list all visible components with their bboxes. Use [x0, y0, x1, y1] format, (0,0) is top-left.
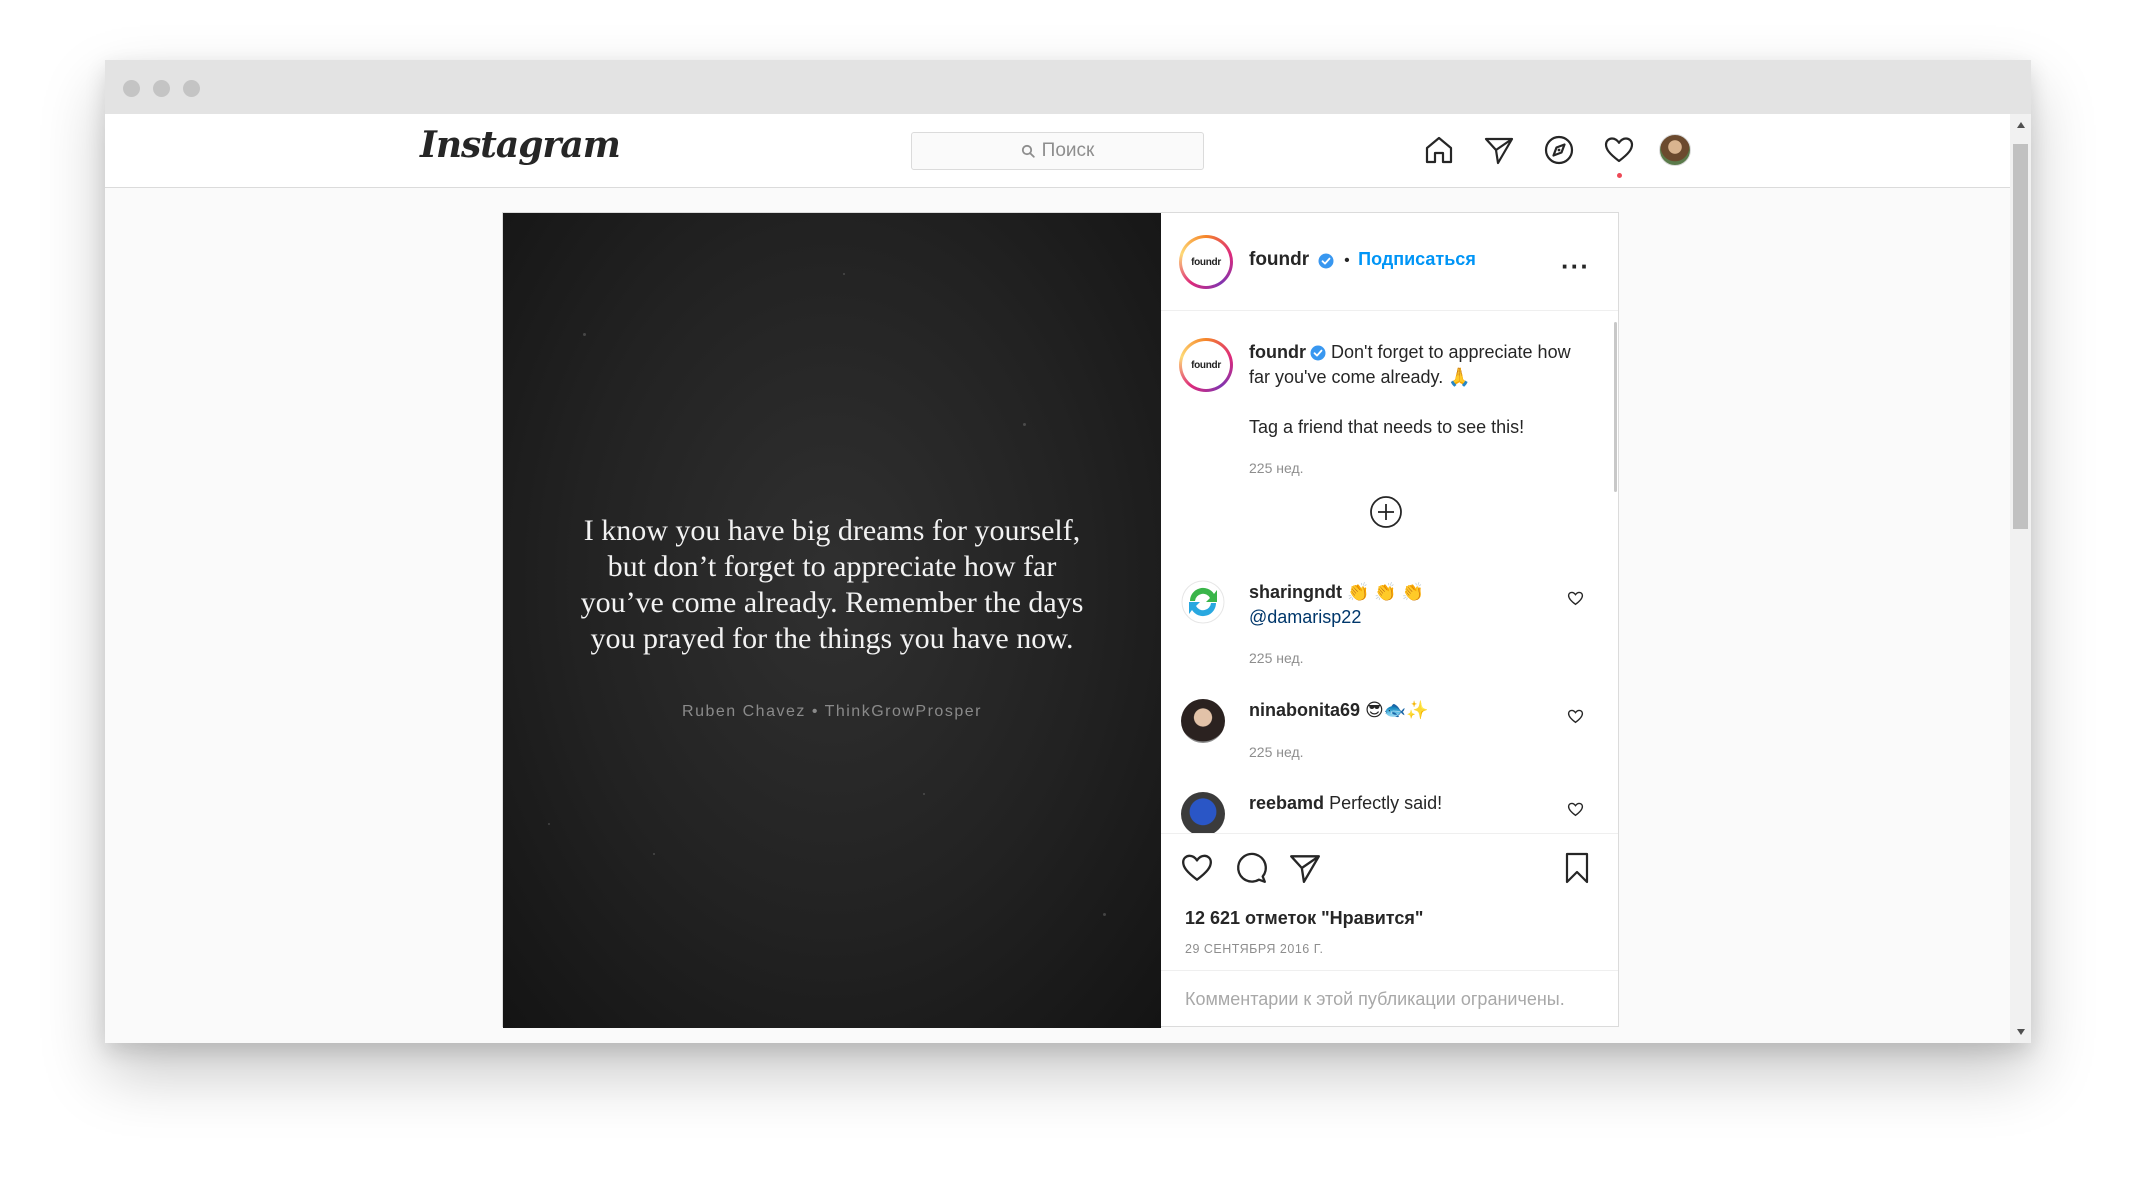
search-placeholder: Поиск	[1041, 140, 1095, 161]
caption-username[interactable]: foundr	[1249, 342, 1306, 362]
comment-mention-link[interactable]: @damarisp22	[1249, 607, 1361, 627]
save-bookmark-icon[interactable]	[1557, 848, 1597, 888]
share-send-icon[interactable]	[1285, 848, 1325, 888]
minimize-window-button[interactable]	[153, 80, 170, 97]
post-actions: 12 621 отметок "Нравится" 29 СЕНТЯБРЯ 20…	[1161, 833, 1618, 1026]
like-comment-heart-icon[interactable]	[1567, 801, 1584, 823]
page-viewport: Instagram Поиск I know you have big drea…	[105, 114, 2010, 1043]
comments-list[interactable]: foundr foundr Don't forget to appreciate…	[1161, 312, 1618, 833]
comment-username[interactable]: sharingndt	[1249, 582, 1342, 602]
comment-sharingndt: sharingndt 👏 👏 👏 @damarisp22	[1249, 580, 1424, 630]
maximize-window-button[interactable]	[183, 80, 200, 97]
post-image[interactable]: I know you have big dreams for yourself,…	[503, 213, 1161, 1028]
author-username[interactable]: foundr	[1249, 249, 1309, 270]
comment-username[interactable]: reebamd	[1249, 793, 1324, 813]
page-scrollbar-thumb[interactable]	[2013, 144, 2028, 529]
caption-avatar-logo: foundr	[1182, 341, 1230, 389]
comments-scrollbar[interactable]	[1614, 322, 1617, 492]
explore-compass-icon[interactable]	[1541, 132, 1577, 168]
comment-username[interactable]: ninabonita69	[1249, 700, 1360, 720]
activity-heart-icon[interactable]	[1601, 132, 1637, 168]
load-more-comments-button[interactable]	[1369, 495, 1403, 534]
author-avatar[interactable]: foundr	[1179, 235, 1233, 289]
comments-limited-notice: Комментарии к этой публикации ограничены…	[1161, 970, 1618, 1027]
plus-circle-icon	[1370, 496, 1402, 528]
comment-time: 225 нед.	[1249, 650, 1304, 666]
commenter-avatar-ninabonita69[interactable]	[1181, 699, 1225, 743]
top-nav: Instagram Поиск	[105, 114, 2010, 188]
post-date: 29 СЕНТЯБРЯ 2016 Г.	[1185, 942, 1324, 956]
likes-count[interactable]: 12 621 отметок "Нравится"	[1185, 908, 1423, 929]
home-icon[interactable]	[1421, 132, 1457, 168]
image-quote-credit: Ruben Chavez • ThinkGrowProsper	[682, 703, 982, 720]
notification-dot	[1617, 173, 1622, 178]
comment-bubble-icon[interactable]	[1231, 848, 1271, 888]
comment-reebamd: reebamd Perfectly said!	[1249, 791, 1442, 816]
caption-text-2: Tag a friend that needs to see this!	[1249, 417, 1525, 437]
header-separator: •	[1344, 252, 1350, 269]
direct-messages-icon[interactable]	[1481, 132, 1517, 168]
post-header-meta: foundr • Подписаться	[1249, 249, 1476, 271]
post-side-panel: foundr foundr • Подписаться ··· foundr f…	[1161, 213, 1618, 1026]
close-window-button[interactable]	[123, 80, 140, 97]
comment-text: Perfectly said!	[1329, 793, 1443, 813]
like-comment-heart-icon[interactable]	[1567, 708, 1584, 730]
comment-ninabonita69: ninabonita69 😎🐟✨	[1249, 698, 1429, 723]
comment-text: 👏 👏 👏	[1347, 582, 1425, 602]
caption: foundr Don't forget to appreciate how fa…	[1249, 340, 1589, 390]
like-comment-heart-icon[interactable]	[1567, 590, 1584, 612]
search-icon	[1021, 144, 1035, 158]
like-heart-icon[interactable]	[1177, 848, 1217, 888]
profile-avatar[interactable]	[1659, 134, 1691, 166]
verified-badge-icon	[1310, 345, 1326, 361]
more-options-icon[interactable]: ···	[1561, 251, 1590, 282]
verified-badge-icon	[1318, 253, 1334, 269]
author-avatar-logo: foundr	[1182, 238, 1230, 286]
browser-window: Instagram Поиск I know you have big drea…	[105, 60, 2031, 1043]
caption-time: 225 нед.	[1249, 460, 1304, 476]
follow-button[interactable]: Подписаться	[1358, 249, 1476, 269]
comment-text: 😎🐟✨	[1365, 700, 1429, 720]
post-card: I know you have big dreams for yourself,…	[502, 212, 1619, 1028]
caption-author-avatar[interactable]: foundr	[1179, 338, 1233, 392]
browser-titlebar	[105, 60, 2031, 114]
image-quote-text: I know you have big dreams for yourself,…	[580, 514, 1084, 655]
search-input[interactable]: Поиск	[911, 132, 1204, 170]
page-scrollbar[interactable]	[2010, 114, 2031, 1043]
scroll-up-arrow-icon[interactable]	[2010, 116, 2031, 134]
instagram-logo[interactable]: Instagram	[420, 124, 621, 166]
post-header: foundr foundr • Подписаться ···	[1161, 213, 1618, 311]
commenter-avatar-reebamd[interactable]	[1181, 792, 1225, 833]
scroll-down-arrow-icon[interactable]	[2010, 1023, 2031, 1041]
comment-time: 225 нед.	[1249, 744, 1304, 760]
commenter-avatar-sharingndt[interactable]	[1181, 580, 1225, 624]
